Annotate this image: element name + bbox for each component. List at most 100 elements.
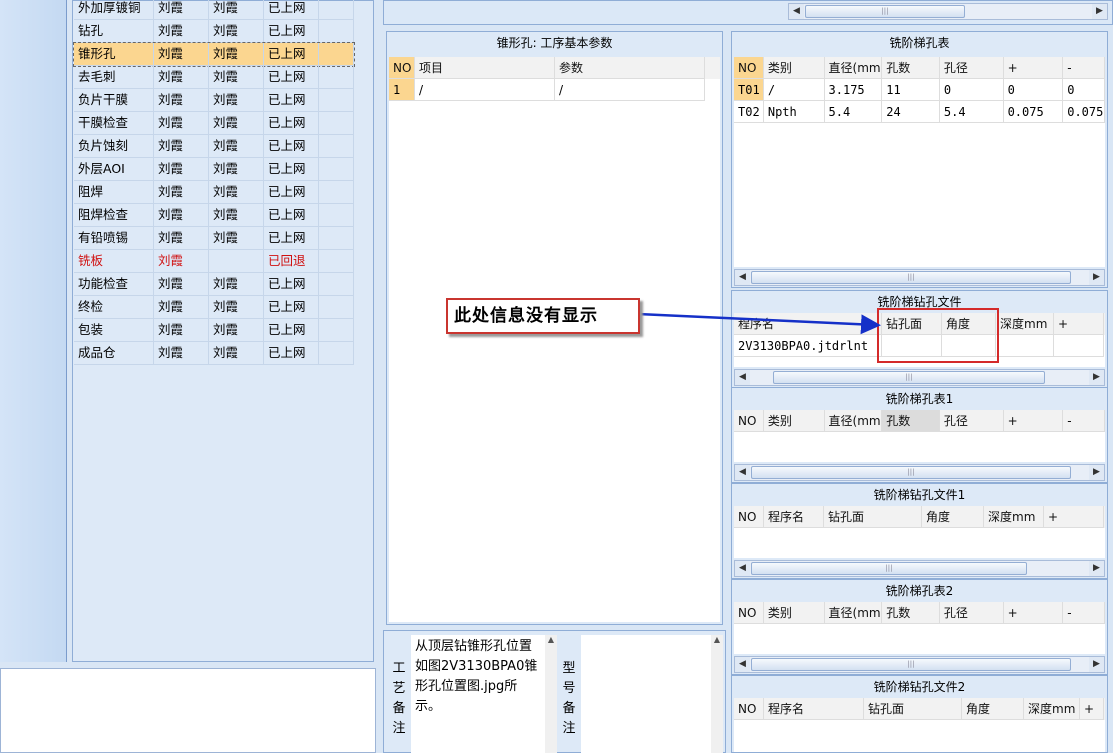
process-row[interactable]: 负片干膜 刘霞 刘霞 已上网 (74, 89, 354, 112)
column-header[interactable]: 程序名 (764, 506, 824, 528)
column-header[interactable]: NO (734, 57, 764, 79)
table-row[interactable]: T02 Npth 5.4 24 5.4 0.075 0.075 (734, 101, 1106, 123)
process-row[interactable]: 有铅喷锡 刘霞 刘霞 已上网 (74, 227, 354, 250)
process-name: 外层AOI (74, 158, 154, 181)
note-scrollbar[interactable]: ▲ (545, 635, 557, 753)
column-header[interactable]: 类别 (763, 57, 825, 79)
table-cell: 刘霞 (154, 181, 209, 204)
process-row[interactable]: 负片蚀刻 刘霞 刘霞 已上网 (74, 135, 354, 158)
process-row[interactable]: 锥形孔 刘霞 刘霞 已上网 (73, 42, 355, 67)
scroll-left-arrow-icon[interactable]: ◀ (735, 465, 750, 480)
step-drill-file-scrollbar[interactable]: ◀ ||| ▶ (734, 369, 1105, 386)
step-drill-file1-scrollbar[interactable]: ◀ ||| ▶ (734, 560, 1105, 577)
step-hole-table-scrollbar[interactable]: ◀ ||| ▶ (734, 269, 1105, 286)
table-cell: 0.075 (1063, 101, 1106, 123)
scroll-right-arrow-icon[interactable]: ▶ (1089, 370, 1104, 385)
column-header[interactable]: 孔径 (939, 410, 1004, 432)
top-horizontal-scrollbar[interactable]: ◀ ||| ▶ (788, 3, 1108, 20)
scroll-right-arrow-icon[interactable]: ▶ (1089, 270, 1104, 285)
column-header[interactable]: 孔数 (882, 602, 940, 624)
scroll-thumb[interactable]: ||| (773, 371, 1045, 384)
column-header[interactable]: 深度mm (984, 506, 1044, 528)
scroll-left-arrow-icon[interactable]: ◀ (735, 657, 750, 672)
step-drill-file1-header: NO 程序名 钻孔面 角度 深度mm + (734, 506, 1105, 528)
scroll-left-arrow-icon[interactable]: ◀ (735, 561, 750, 576)
scroll-left-arrow-icon[interactable]: ◀ (735, 370, 750, 385)
column-header[interactable]: 孔数 (882, 57, 940, 79)
column-header[interactable]: + (1044, 506, 1104, 528)
table-row[interactable]: T01 / 3.175 11 0 0 0 (734, 79, 1106, 101)
scroll-left-arrow-icon[interactable]: ◀ (735, 270, 750, 285)
column-header[interactable]: - (1063, 410, 1106, 432)
process-name: 锥形孔 (74, 43, 154, 66)
process-row[interactable]: 功能检查 刘霞 刘霞 已上网 (74, 273, 354, 296)
process-name: 有铅喷锡 (74, 227, 154, 250)
column-header[interactable]: NO (734, 410, 764, 432)
scroll-right-arrow-icon[interactable]: ▶ (1089, 465, 1104, 480)
scroll-thumb[interactable]: ||| (751, 658, 1071, 671)
note-scrollbar[interactable]: ▲ (711, 635, 723, 753)
process-row[interactable]: 外层AOI 刘霞 刘霞 已上网 (74, 158, 354, 181)
column-header[interactable]: - (1063, 602, 1106, 624)
model-note-label: 型 号 备 注 (560, 659, 578, 739)
column-header[interactable]: 孔数 (882, 410, 940, 432)
column-header[interactable]: 直径(mm) (824, 602, 883, 624)
column-header[interactable]: 项目 (415, 57, 555, 79)
column-header[interactable]: NO (734, 602, 764, 624)
column-header[interactable]: NO (734, 506, 764, 528)
scroll-thumb[interactable]: ||| (805, 5, 965, 18)
scroll-right-arrow-icon[interactable]: ▶ (1089, 561, 1104, 576)
column-header[interactable]: NO (734, 698, 764, 720)
column-header[interactable]: 钻孔面 (824, 506, 922, 528)
column-header[interactable]: + (1003, 602, 1064, 624)
scroll-thumb[interactable]: ||| (751, 466, 1071, 479)
column-header[interactable]: 角度 (922, 506, 984, 528)
column-header[interactable]: 孔径 (939, 602, 1004, 624)
process-row[interactable]: 包装 刘霞 刘霞 已上网 (74, 319, 354, 342)
table-cell: 刘霞 (209, 342, 264, 365)
column-header[interactable]: 角度 (962, 698, 1024, 720)
column-header[interactable]: NO (389, 57, 415, 79)
scroll-right-arrow-icon[interactable]: ▶ (1089, 657, 1104, 672)
column-header[interactable]: 直径(mm) (824, 57, 883, 79)
table-cell (319, 273, 354, 296)
step-hole-table1-scrollbar[interactable]: ◀ ||| ▶ (734, 464, 1105, 481)
column-header[interactable]: 程序名 (764, 698, 864, 720)
process-row[interactable]: 外加厚镀铜 刘霞 刘霞 已上网 (74, 0, 354, 20)
column-header[interactable]: 类别 (763, 602, 825, 624)
scroll-left-arrow-icon[interactable]: ◀ (789, 4, 804, 19)
step-drill-file2-panel: 铣阶梯钻孔文件2 NO 程序名 钻孔面 角度 深度mm + (731, 675, 1108, 753)
process-row[interactable]: 干膜检查 刘霞 刘霞 已上网 (74, 112, 354, 135)
scroll-thumb[interactable]: ||| (751, 562, 1027, 575)
row-no: T01 (734, 79, 764, 101)
process-row[interactable]: 终检 刘霞 刘霞 已上网 (74, 296, 354, 319)
column-header[interactable]: 类别 (763, 410, 825, 432)
model-note-text[interactable] (581, 635, 711, 753)
column-header[interactable]: + (1080, 698, 1104, 720)
step-hole-table2-grid: NO 类别 直径(mm) 孔数 孔径 + - (734, 602, 1106, 654)
column-header[interactable]: + (1003, 410, 1064, 432)
scroll-thumb[interactable]: ||| (751, 271, 1071, 284)
process-row[interactable]: 阻焊 刘霞 刘霞 已上网 (74, 181, 354, 204)
column-header[interactable]: + (1054, 313, 1104, 335)
label-char: 注 (562, 721, 576, 736)
process-row[interactable]: 阻焊检查 刘霞 刘霞 已上网 (74, 204, 354, 227)
column-header[interactable]: 深度mm (1024, 698, 1080, 720)
scroll-right-arrow-icon[interactable]: ▶ (1092, 4, 1107, 19)
column-header[interactable]: 深度mm (996, 313, 1054, 335)
table-cell (319, 296, 354, 319)
process-row[interactable]: 成品仓 刘霞 刘霞 已上网 (74, 342, 354, 365)
process-row[interactable]: 去毛刺 刘霞 刘霞 已上网 (74, 66, 354, 89)
process-note-text[interactable]: 从顶层钻锥形孔位置如图2V3130BPA0锥形孔位置图.jpg所示。 (411, 635, 545, 753)
process-row[interactable]: 铣板 刘霞 已回退 (74, 250, 354, 273)
column-header[interactable]: 直径(mm) (824, 410, 883, 432)
step-hole-table2-scrollbar[interactable]: ◀ ||| ▶ (734, 656, 1105, 673)
column-header[interactable]: 参数 (555, 57, 705, 79)
table-cell: 5.4 (939, 101, 1004, 123)
column-header[interactable]: + (1003, 57, 1064, 79)
table-row[interactable]: 1 / / (389, 79, 720, 101)
column-header[interactable]: 孔径 (939, 57, 1004, 79)
process-row[interactable]: 钻孔 刘霞 刘霞 已上网 (74, 20, 354, 43)
column-header[interactable]: - (1063, 57, 1106, 79)
column-header[interactable]: 钻孔面 (864, 698, 962, 720)
